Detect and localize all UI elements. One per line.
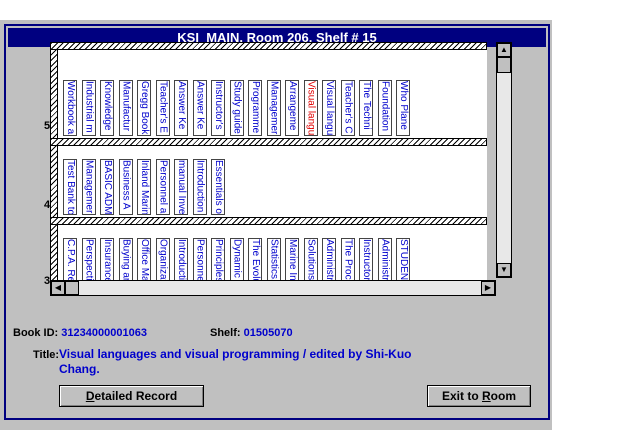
book-spine[interactable]: Instructor's (211, 80, 225, 136)
book-spine-title: Answer Ke (176, 81, 187, 130)
book-spine-title: Visual langu (305, 81, 317, 136)
book-spine-title: Teacher's C (342, 81, 354, 134)
book-spine[interactable]: Arrangeme (285, 80, 299, 136)
down-arrow-icon[interactable]: ▼ (497, 263, 511, 277)
vertical-scrollbar[interactable]: ▲ ▼ (496, 42, 512, 278)
book-spine[interactable]: Personnel a (155, 159, 170, 215)
book-spine[interactable]: The Techni (359, 80, 373, 136)
book-spine-title: BASIC ADM (102, 160, 113, 215)
book-spine-title: Industrial m (83, 81, 95, 133)
book-spine[interactable]: Industrial m (81, 80, 96, 136)
book-spine-title: Gregg Book (139, 81, 150, 135)
book-spine[interactable]: Inland Marin (137, 159, 151, 215)
shelf-plank (50, 42, 487, 50)
book-spine-title: Teacher's E (157, 81, 169, 133)
book-spine-title: Test Bank to (65, 160, 76, 215)
book-spine-title: Managemer (268, 81, 280, 135)
title-value: Visual languages and visual programming … (59, 347, 412, 376)
exit-to-room-button[interactable]: Exit to Room (427, 385, 531, 407)
book-spine-title: Who Plane (398, 81, 409, 130)
book-spine[interactable]: BASIC ADM (100, 159, 114, 215)
shelf-number-5: 5 (44, 120, 51, 132)
book-spine[interactable]: Visual langu (322, 80, 336, 136)
book-spine-title: Programme (250, 81, 261, 134)
book-spine-title: Managemer (83, 160, 95, 214)
book-spine[interactable]: Who Plane (396, 80, 410, 136)
book-spine[interactable]: Managemer (81, 159, 96, 215)
title-label: Title: (33, 349, 60, 361)
book-spine[interactable]: Workbook a (63, 80, 77, 136)
vertical-scroll-thumb[interactable] (497, 57, 511, 73)
book-spine-title: Inland Marin (139, 160, 150, 215)
horizontal-scroll-thumb[interactable] (65, 281, 79, 295)
detailed-record-button[interactable]: Detailed Record (59, 385, 204, 407)
book-spine-title: Essentials o (213, 160, 224, 214)
book-spine-title: Foundation (379, 81, 391, 132)
book-spine[interactable]: Gregg Book (137, 80, 151, 136)
book-id-row: Book ID: 31234000001063 (13, 327, 147, 339)
book-spine-title: manual Inve (176, 160, 187, 215)
book-spine[interactable]: Managemer (266, 80, 281, 136)
book-spine[interactable]: Knowledge (100, 80, 114, 136)
book-id-label: Book ID: (13, 327, 59, 339)
book-spine[interactable]: Test Bank to (63, 159, 77, 215)
shelf-post (50, 42, 58, 290)
book-spine-title: Manufactur (120, 81, 132, 132)
book-spine[interactable]: Visual langu (303, 80, 318, 136)
book-spine[interactable]: Manufactur (118, 80, 133, 136)
shelf-view: Workbook a Industrial m Knowledge Manufactu… (50, 42, 487, 290)
book-spine-title: Knowledge (102, 81, 113, 131)
book-id-value: 31234000001063 (61, 327, 147, 339)
book-spine-title: Study guide (231, 81, 243, 134)
up-arrow-icon[interactable]: ▲ (497, 43, 511, 57)
book-spine[interactable]: Answer Ke (192, 80, 207, 136)
book-spine[interactable]: Teacher's E (155, 80, 170, 136)
shelf-number-4: 4 (44, 199, 51, 211)
book-spine-title: Instructor's (213, 81, 224, 130)
shelf-id-label: Shelf: (210, 327, 241, 339)
book-spine[interactable]: manual Inve (174, 159, 188, 215)
shelf-id-value: 01505070 (243, 327, 293, 339)
book-spine-title: Introduction (194, 160, 206, 213)
book-spine[interactable]: Introduction (192, 159, 207, 215)
book-spine-title: The Techni (361, 81, 372, 130)
book-spine[interactable]: Study guide (229, 80, 244, 136)
book-spine-title: Arrangeme (287, 81, 298, 131)
book-spine[interactable]: Answer Ke (174, 80, 188, 136)
book-spine[interactable]: Essentials o (211, 159, 225, 215)
right-arrow-icon[interactable]: ▶ (481, 281, 495, 295)
book-spine[interactable]: Foundation (377, 80, 392, 136)
shelf-plank (50, 217, 487, 225)
left-arrow-icon[interactable]: ◀ (51, 281, 65, 295)
book-spine-title: Workbook a (65, 81, 76, 135)
book-spine-title: Personnel a (157, 160, 169, 214)
horizontal-scrollbar[interactable]: ◀ ▶ (50, 280, 496, 296)
book-spine-title: Visual langu (324, 81, 335, 136)
shelf-id-row: Shelf: 01505070 (210, 327, 293, 339)
shelf-plank (50, 138, 487, 146)
book-spine[interactable]: Business A (118, 159, 133, 215)
book-spine[interactable]: Programme (248, 80, 262, 136)
book-spine-title: Answer Ke (194, 81, 206, 130)
book-spine[interactable]: Teacher's C (340, 80, 355, 136)
book-spine-title: Business A (120, 160, 132, 210)
